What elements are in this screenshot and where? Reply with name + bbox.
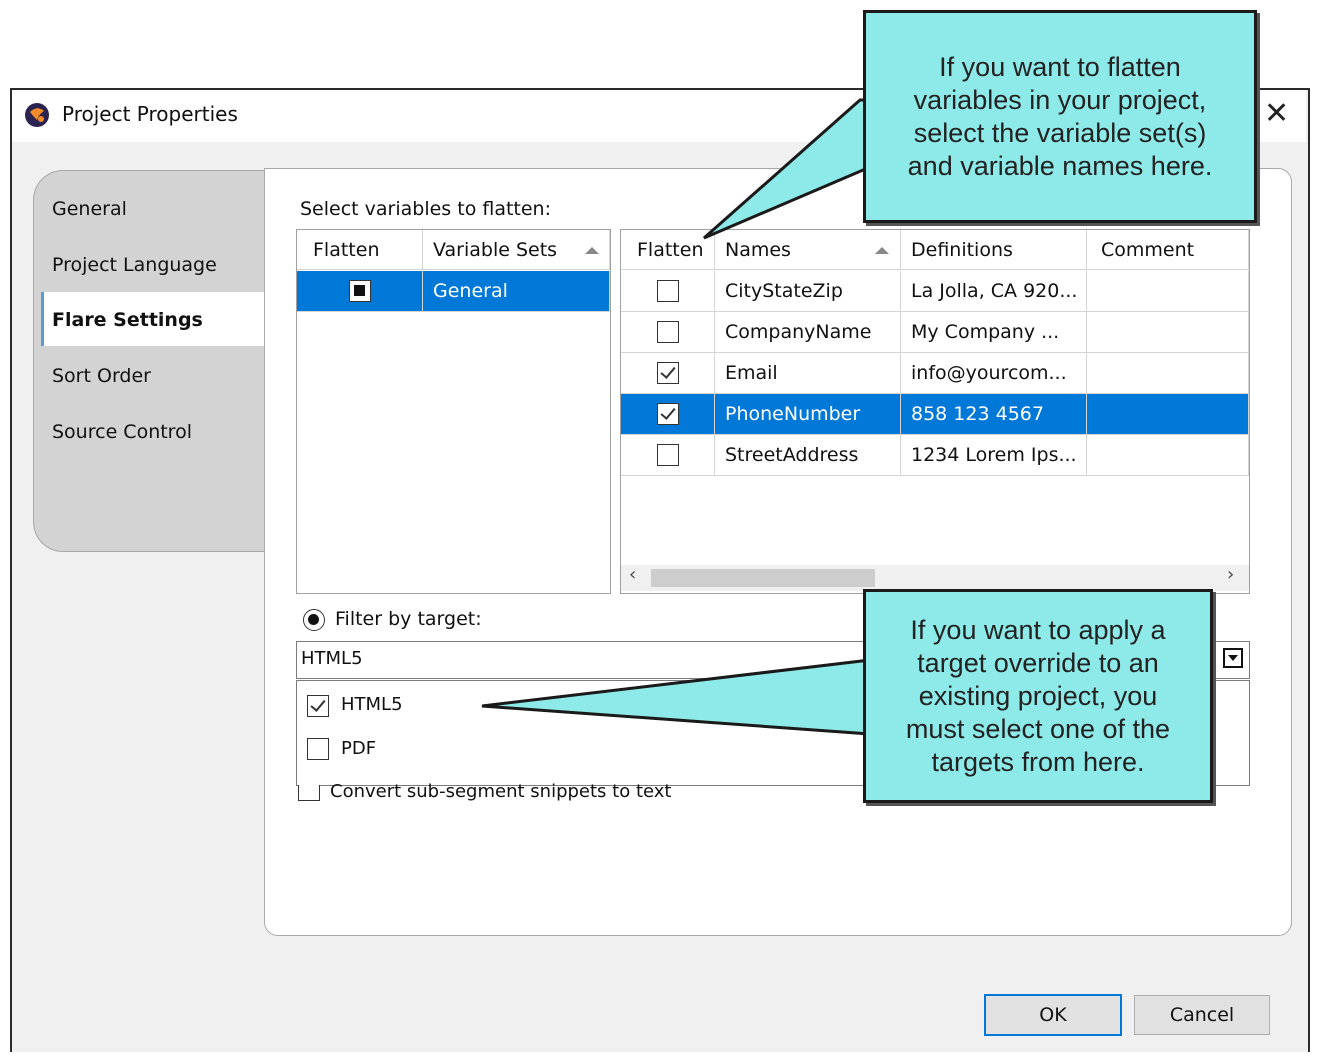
variable-name[interactable]: Email <box>715 353 901 394</box>
variable-definition[interactable]: 858 123 4567 <box>901 394 1087 435</box>
close-icon[interactable]: ✕ <box>1264 96 1289 132</box>
flatten-checkbox[interactable] <box>657 362 679 384</box>
scrollbar-thumb[interactable] <box>651 569 875 587</box>
variables-table[interactable]: Flatten Names Definitions Comment CitySt… <box>620 229 1250 594</box>
callout-target-override: If you want to apply a target override t… <box>863 589 1213 803</box>
table-row[interactable] <box>621 435 715 476</box>
variable-name[interactable]: StreetAddress <box>715 435 901 476</box>
flare-app-icon <box>25 103 49 127</box>
variable-comment[interactable] <box>1087 435 1249 476</box>
variable-set-name[interactable]: General <box>423 271 610 312</box>
tab-source-control[interactable]: Source Control <box>52 421 192 443</box>
callout-line: and variable names here. <box>907 151 1213 181</box>
variable-comment[interactable] <box>1087 312 1249 353</box>
table-row[interactable] <box>621 312 715 353</box>
tab-flare-settings[interactable]: Flare Settings <box>52 309 203 331</box>
flatten-checkbox[interactable] <box>657 280 679 302</box>
variable-definition[interactable]: La Jolla, CA 920... <box>901 271 1087 312</box>
tab-sort-order[interactable]: Sort Order <box>52 365 151 387</box>
variable-comment[interactable] <box>1087 271 1249 312</box>
callout-line: targets from here. <box>931 747 1145 777</box>
convert-checkbox[interactable] <box>298 785 320 801</box>
table-row[interactable] <box>621 271 715 312</box>
tab-project-language[interactable]: Project Language <box>52 254 217 276</box>
callout-line: If you want to apply a <box>910 615 1166 645</box>
column-header-flatten[interactable]: Flatten <box>297 230 423 270</box>
flatten-label: Select variables to flatten: <box>300 198 551 220</box>
callout-line: target override to an <box>917 648 1159 678</box>
sort-asc-icon <box>585 247 599 254</box>
flatten-checkbox[interactable] <box>349 280 371 302</box>
target-dropdown-value: HTML5 <box>301 648 363 669</box>
variable-name[interactable]: CityStateZip <box>715 271 901 312</box>
flatten-checkbox[interactable] <box>657 403 679 425</box>
variable-name[interactable]: CompanyName <box>715 312 901 353</box>
variable-comment[interactable] <box>1087 353 1249 394</box>
variable-definition[interactable]: 1234 Lorem Ips... <box>901 435 1087 476</box>
tab-general[interactable]: General <box>52 198 127 220</box>
flatten-checkbox[interactable] <box>657 321 679 343</box>
variable-definition[interactable]: info@yourcom... <box>901 353 1087 394</box>
target-html5-label[interactable]: HTML5 <box>341 694 403 715</box>
cancel-button[interactable]: Cancel <box>1134 995 1270 1035</box>
column-header-definitions[interactable]: Definitions <box>901 230 1087 270</box>
variable-comment[interactable] <box>1087 394 1249 435</box>
table-row[interactable] <box>621 353 715 394</box>
column-header-comment[interactable]: Comment <box>1087 230 1249 270</box>
variable-sets-table[interactable]: Flatten Variable Sets General <box>296 229 611 594</box>
column-header-variable-sets[interactable]: Variable Sets <box>423 230 610 270</box>
table-row[interactable] <box>621 394 715 435</box>
convert-label[interactable]: Convert sub-segment snippets to text <box>330 781 671 802</box>
variable-definition[interactable]: My Company ... <box>901 312 1087 353</box>
filter-radio-button[interactable] <box>303 609 325 631</box>
callout-line: must select one of the <box>905 714 1171 744</box>
table-row[interactable] <box>297 271 423 312</box>
scroll-right-icon[interactable]: › <box>1227 564 1234 585</box>
callout-line: If you want to flatten <box>939 52 1181 82</box>
callout-pointer <box>481 658 872 736</box>
tab-strip <box>33 170 268 552</box>
target-pdf-checkbox[interactable] <box>307 738 329 760</box>
target-html5-checkbox[interactable] <box>307 695 329 717</box>
ok-button[interactable]: OK <box>984 994 1122 1036</box>
callout-flatten-variables: If you want to flatten variables in your… <box>863 10 1257 223</box>
scroll-left-icon[interactable]: ‹ <box>629 564 636 585</box>
flatten-checkbox[interactable] <box>657 444 679 466</box>
target-pdf-label[interactable]: PDF <box>341 738 376 759</box>
variable-name[interactable]: PhoneNumber <box>715 394 901 435</box>
callout-line: existing project, you <box>918 681 1158 711</box>
window-title: Project Properties <box>62 102 238 126</box>
callout-line: select the variable set(s) <box>913 118 1207 148</box>
callout-line: variables in your project, <box>913 85 1207 115</box>
chevron-down-icon[interactable] <box>1223 648 1243 668</box>
filter-label: Filter by target: <box>335 608 482 630</box>
